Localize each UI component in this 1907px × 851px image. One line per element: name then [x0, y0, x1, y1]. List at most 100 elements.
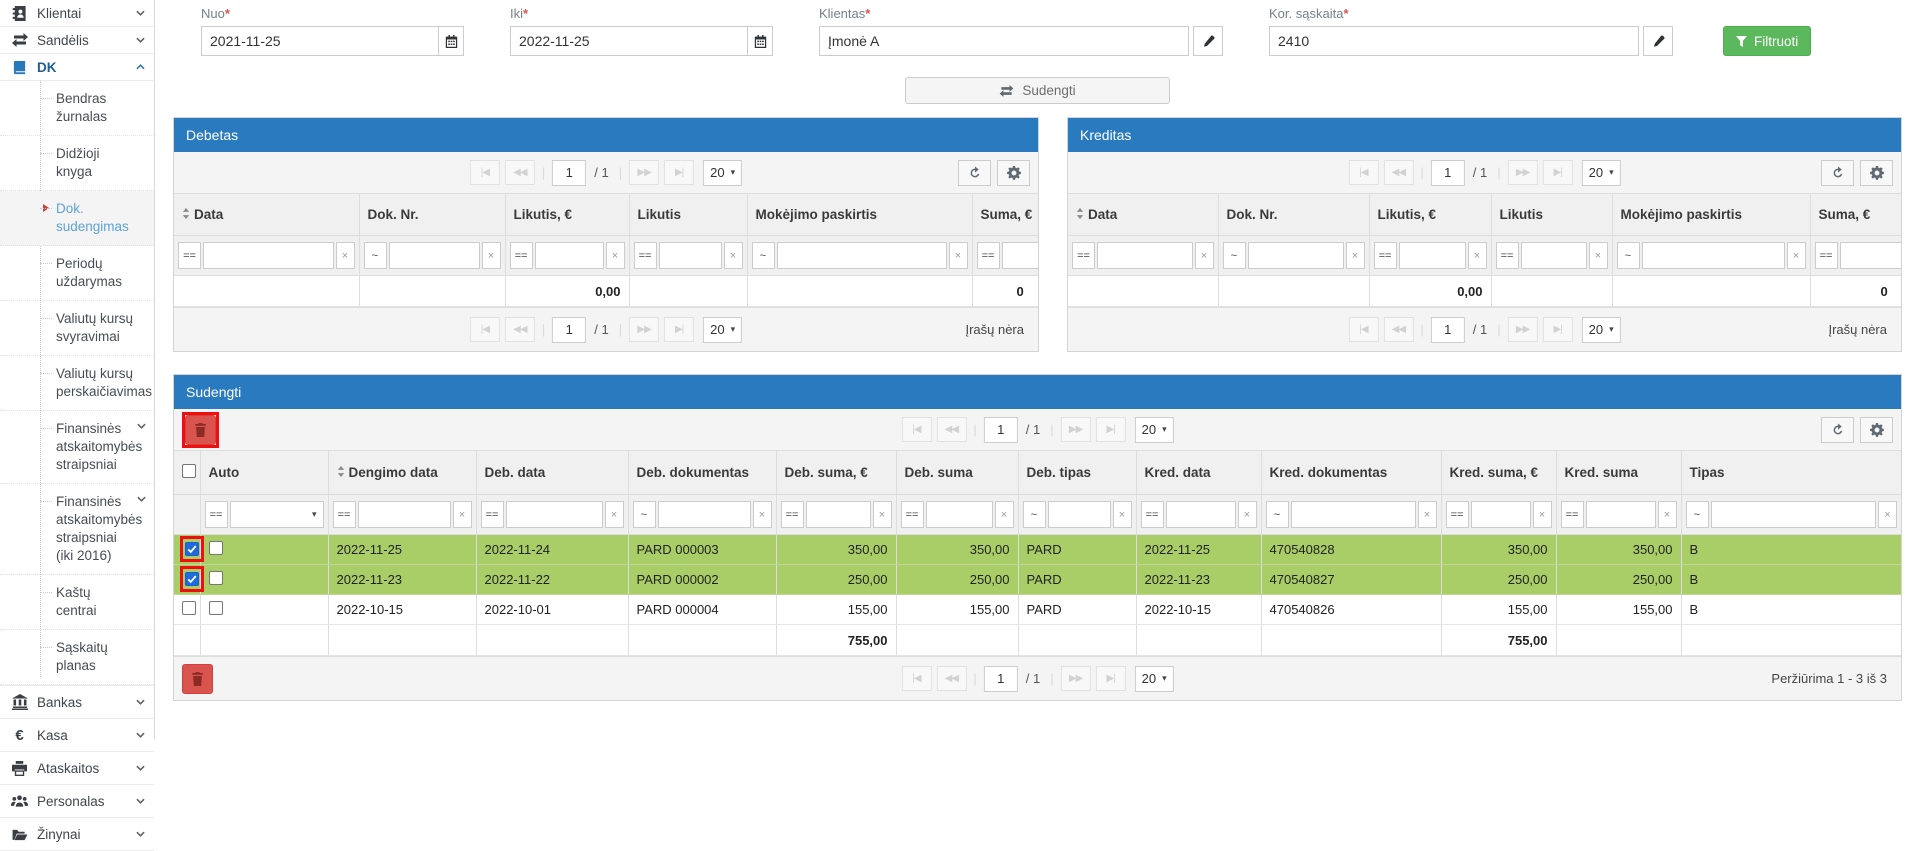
filter-operator[interactable]: ~: [1223, 242, 1246, 269]
filter-operator[interactable]: ==: [901, 501, 924, 528]
column-header-mokejimo-paskirtis[interactable]: Mokėjimo paskirtis: [747, 194, 972, 236]
filter-input[interactable]: [506, 501, 603, 528]
column-header-data[interactable]: Data: [174, 194, 359, 236]
settings-button[interactable]: [1860, 160, 1893, 186]
table-row[interactable]: 2022-11-25 2022-11-24 PARD 000003 350,00…: [174, 535, 1901, 565]
filter-input[interactable]: [1586, 501, 1656, 528]
filter-operator[interactable]: ~: [1266, 501, 1289, 528]
pager-prev-button[interactable]: ◀◀: [936, 417, 966, 442]
clear-filter-button[interactable]: ×: [336, 242, 355, 269]
clear-filter-button[interactable]: ×: [753, 501, 772, 528]
filter-operator[interactable]: ==: [1561, 501, 1584, 528]
sidebar-item-valiutu-kursu-svyravimai[interactable]: Valiutų kursų svyravimai: [0, 301, 154, 356]
pager-prev-button[interactable]: ◀◀: [1383, 160, 1413, 185]
filter-input[interactable]: [535, 242, 604, 269]
filter-input[interactable]: [806, 501, 871, 528]
page-size-select[interactable]: 20▾: [703, 160, 742, 186]
column-header-data[interactable]: Data: [1068, 194, 1218, 236]
auto-checkbox[interactable]: [209, 571, 223, 585]
row-select-checkbox[interactable]: [182, 601, 196, 615]
pager-last-button[interactable]: ▶|: [1543, 317, 1573, 342]
column-header-tipas[interactable]: Tipas: [1681, 451, 1901, 495]
clear-filter-button[interactable]: ×: [949, 242, 968, 269]
column-header-deb-data[interactable]: Deb. data: [476, 451, 628, 495]
column-header-dengimo-data[interactable]: Dengimo data: [328, 451, 476, 495]
column-header-dok-nr[interactable]: Dok. Nr.: [359, 194, 505, 236]
filter-input[interactable]: [1471, 501, 1531, 528]
clear-filter-button[interactable]: ×: [995, 501, 1014, 528]
sidebar-item-dk[interactable]: DK: [0, 54, 154, 81]
refresh-button[interactable]: [1821, 417, 1854, 443]
pager-page-input[interactable]: [1431, 317, 1465, 343]
filter-operator[interactable]: ~: [633, 501, 656, 528]
column-header-deb-suma[interactable]: Deb. suma: [896, 451, 1018, 495]
column-header-deb-tipas[interactable]: Deb. tipas: [1018, 451, 1136, 495]
pager-page-input[interactable]: [552, 317, 586, 343]
column-header-kred-data[interactable]: Kred. data: [1136, 451, 1261, 495]
filter-operator[interactable]: ~: [1023, 501, 1046, 528]
pager-next-button[interactable]: ▶▶: [629, 160, 659, 185]
sidebar-item-dok-sudengimas[interactable]: Dok. sudengimas: [0, 191, 154, 246]
filter-operator[interactable]: ==: [1072, 242, 1095, 269]
pager-first-button[interactable]: |◀: [901, 417, 931, 442]
pager-last-button[interactable]: ▶|: [1096, 666, 1126, 691]
column-header-likutis-eur[interactable]: Likutis, €: [505, 194, 629, 236]
filter-operator[interactable]: ~: [1686, 501, 1709, 528]
clear-filter-button[interactable]: ×: [1238, 501, 1257, 528]
sidebar-item-zinynai[interactable]: Žinynai: [0, 818, 154, 851]
pager-next-button[interactable]: ▶▶: [1508, 317, 1538, 342]
filter-operator[interactable]: ==: [781, 501, 804, 528]
column-header-kred-dokumentas[interactable]: Kred. dokumentas: [1261, 451, 1441, 495]
pager-first-button[interactable]: |◀: [1348, 317, 1378, 342]
page-size-select[interactable]: 20▾: [1135, 666, 1174, 692]
filter-operator[interactable]: ~: [1617, 242, 1640, 269]
auto-checkbox[interactable]: [209, 541, 223, 555]
edit-corr-account-button[interactable]: [1643, 26, 1673, 56]
clear-filter-button[interactable]: ×: [1418, 501, 1437, 528]
pager-next-button[interactable]: ▶▶: [1061, 666, 1091, 691]
pager-last-button[interactable]: ▶|: [664, 160, 694, 185]
filter-operator[interactable]: ==: [510, 242, 533, 269]
pager-page-input[interactable]: [984, 417, 1018, 443]
sidebar-item-klientai[interactable]: Klientai: [0, 0, 154, 27]
filter-operator[interactable]: ==: [333, 501, 356, 528]
column-header-auto[interactable]: Auto: [200, 451, 328, 495]
settings-button[interactable]: [1860, 417, 1893, 443]
auto-checkbox[interactable]: [209, 601, 223, 615]
date-to-input[interactable]: [510, 26, 748, 56]
filter-operator[interactable]: ==: [1496, 242, 1519, 269]
row-select-checkbox[interactable]: [185, 572, 199, 586]
filter-operator[interactable]: ==: [1374, 242, 1397, 269]
clear-filter-button[interactable]: ×: [1468, 242, 1487, 269]
clear-filter-button[interactable]: ×: [1533, 501, 1552, 528]
filter-input[interactable]: [1097, 242, 1193, 269]
column-header-deb-dokumentas[interactable]: Deb. dokumentas: [628, 451, 776, 495]
sidebar-item-valiutu-kursu-perskaiciavimas[interactable]: Valiutų kursų perskaičiavimas: [0, 356, 154, 411]
filter-input[interactable]: [389, 242, 480, 269]
column-header-mokejimo-paskirtis[interactable]: Mokėjimo paskirtis: [1612, 194, 1810, 236]
filter-operator[interactable]: ==: [977, 242, 1000, 269]
pager-first-button[interactable]: |◀: [470, 160, 500, 185]
clear-filter-button[interactable]: ×: [1346, 242, 1365, 269]
pager-page-input[interactable]: [1431, 160, 1465, 186]
clear-filter-button[interactable]: ×: [1787, 242, 1806, 269]
clear-filter-button[interactable]: ×: [606, 242, 625, 269]
column-header-likutis-eur[interactable]: Likutis, €: [1369, 194, 1491, 236]
filter-input[interactable]: [203, 242, 334, 269]
filter-input[interactable]: [1521, 242, 1587, 269]
calendar-button[interactable]: [748, 26, 773, 56]
row-select-checkbox[interactable]: [185, 542, 199, 556]
clear-filter-button[interactable]: ×: [873, 501, 892, 528]
filter-input[interactable]: [1840, 242, 1902, 269]
table-row[interactable]: 2022-11-23 2022-11-22 PARD 000002 250,00…: [174, 565, 1901, 595]
edit-client-button[interactable]: [1193, 26, 1223, 56]
filter-button[interactable]: Filtruoti: [1723, 26, 1811, 56]
filter-operator[interactable]: ==: [1141, 501, 1164, 528]
column-header-kred-suma[interactable]: Kred. suma: [1556, 451, 1681, 495]
refresh-button[interactable]: [958, 160, 991, 186]
sidebar-item-finansines-atskaitomybes-straipsniai-iki-2016[interactable]: Finansinės atskaitomybės straipsniai (ik…: [0, 484, 154, 575]
pager-page-input[interactable]: [984, 666, 1018, 692]
filter-input[interactable]: [659, 242, 722, 269]
filter-input[interactable]: [1642, 242, 1785, 269]
clear-filter-button[interactable]: ×: [724, 242, 743, 269]
